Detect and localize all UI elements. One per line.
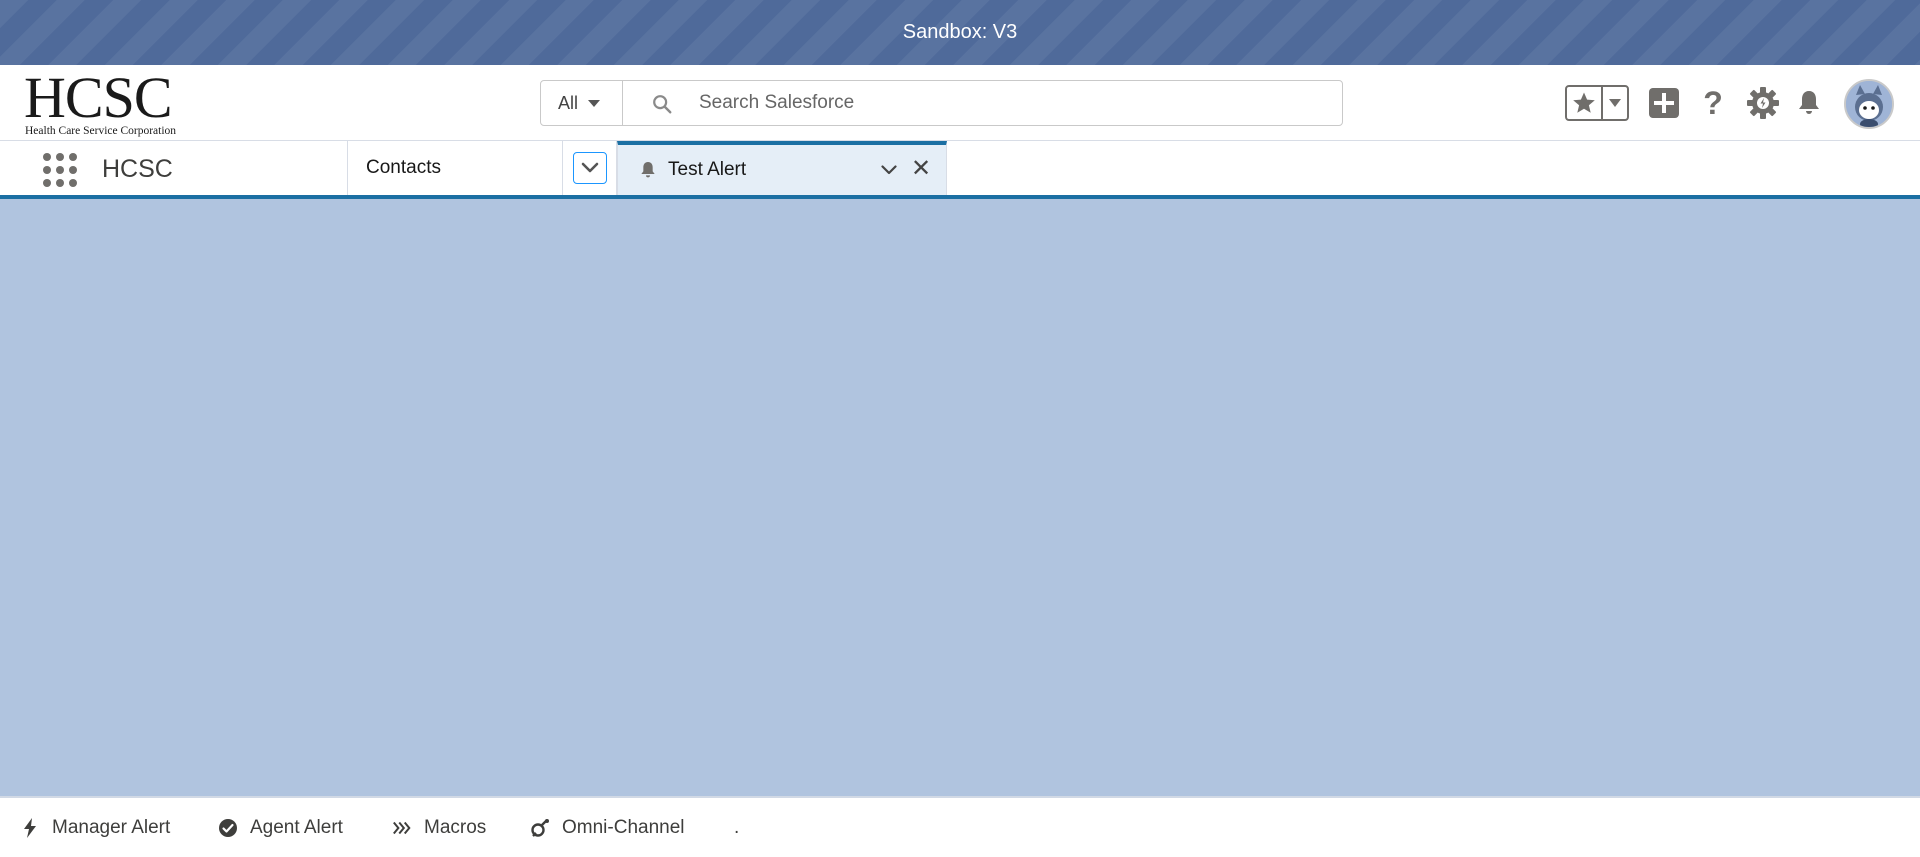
global-actions-button[interactable] — [1646, 85, 1682, 121]
app-launcher-button[interactable] — [40, 151, 80, 187]
user-avatar-icon — [1846, 81, 1892, 127]
company-logo[interactable]: HCSC Health Care Service Corporation — [24, 65, 188, 138]
utility-label: Manager Alert — [52, 817, 171, 838]
global-search: All — [540, 80, 1343, 126]
chevron-down-icon — [1609, 99, 1621, 107]
launcher-dot — [43, 153, 51, 161]
search-input[interactable] — [623, 81, 1342, 125]
utility-manager-alert[interactable]: Manager Alert — [20, 815, 170, 841]
tab-actions-button[interactable] — [880, 161, 898, 179]
avatar[interactable] — [1844, 79, 1894, 129]
utility-label: . — [734, 817, 740, 838]
global-header: HCSC Health Care Service Corporation All — [0, 65, 1920, 141]
bell-icon — [641, 162, 655, 178]
setup-gear-icon — [1747, 87, 1779, 119]
favorites-button-group — [1565, 85, 1629, 121]
sandbox-banner: Sandbox: V3 — [0, 0, 1920, 65]
add-icon — [1649, 88, 1679, 118]
launcher-dot — [43, 166, 51, 174]
launcher-dot — [69, 153, 77, 161]
tab-contacts[interactable]: Contacts — [347, 141, 562, 195]
utility-label: Omni-Channel — [562, 817, 685, 838]
chevron-down-icon — [881, 165, 897, 175]
tab-test-alert[interactable]: Test Alert ✕ — [617, 141, 947, 195]
utility-macros[interactable]: Macros — [392, 815, 486, 841]
tab-label: Test Alert — [668, 159, 747, 180]
favorites-button[interactable] — [1567, 87, 1603, 119]
macros-icon — [392, 818, 412, 838]
utility-label: Agent Alert — [250, 817, 343, 838]
notification-bell-icon — [1799, 91, 1819, 114]
launcher-dot — [69, 166, 77, 174]
logo-subtitle: Health Care Service Corporation — [25, 125, 177, 137]
favorites-list-button[interactable] — [1603, 87, 1627, 119]
search-scope-dropdown[interactable]: All — [541, 81, 623, 125]
search-field — [623, 81, 1342, 125]
star-icon — [1573, 92, 1595, 113]
utility-omni-channel[interactable]: Omni-Channel — [530, 815, 685, 841]
help-button[interactable]: ? — [1695, 85, 1731, 121]
app-name: HCSC — [102, 155, 173, 183]
omni-channel-icon — [530, 818, 550, 838]
launcher-dot — [69, 179, 77, 187]
tab-close-button[interactable]: ✕ — [911, 157, 931, 181]
lightning-icon — [20, 818, 40, 838]
launcher-dot — [56, 179, 64, 187]
check-circle-icon — [218, 818, 238, 838]
launcher-dot — [43, 179, 51, 187]
sandbox-label: Sandbox: V3 — [902, 21, 1018, 43]
main-content-area — [0, 199, 1920, 796]
notifications-button[interactable] — [1791, 85, 1827, 121]
setup-button[interactable] — [1745, 85, 1781, 121]
navigation-bar: HCSC Contacts Test Alert ✕ — [0, 141, 1920, 199]
launcher-dot — [56, 153, 64, 161]
tab-overflow — [562, 141, 617, 195]
tab-label: Contacts — [366, 157, 441, 178]
help-icon: ? — [1703, 84, 1723, 121]
logo-wordmark: HCSC — [24, 65, 173, 130]
chevron-down-icon — [581, 162, 598, 173]
utility-bar: Manager Alert Agent Alert Macros Omni-Ch… — [0, 796, 1920, 857]
utility-item-dot[interactable]: . — [734, 815, 739, 841]
launcher-dot — [56, 166, 64, 174]
caret-down-icon — [588, 99, 601, 107]
utility-label: Macros — [424, 817, 487, 838]
nav-menu-button[interactable] — [572, 152, 607, 184]
close-icon: ✕ — [911, 155, 932, 182]
search-scope-label: All — [558, 92, 579, 113]
utility-agent-alert[interactable]: Agent Alert — [218, 815, 343, 841]
search-icon — [653, 95, 672, 114]
